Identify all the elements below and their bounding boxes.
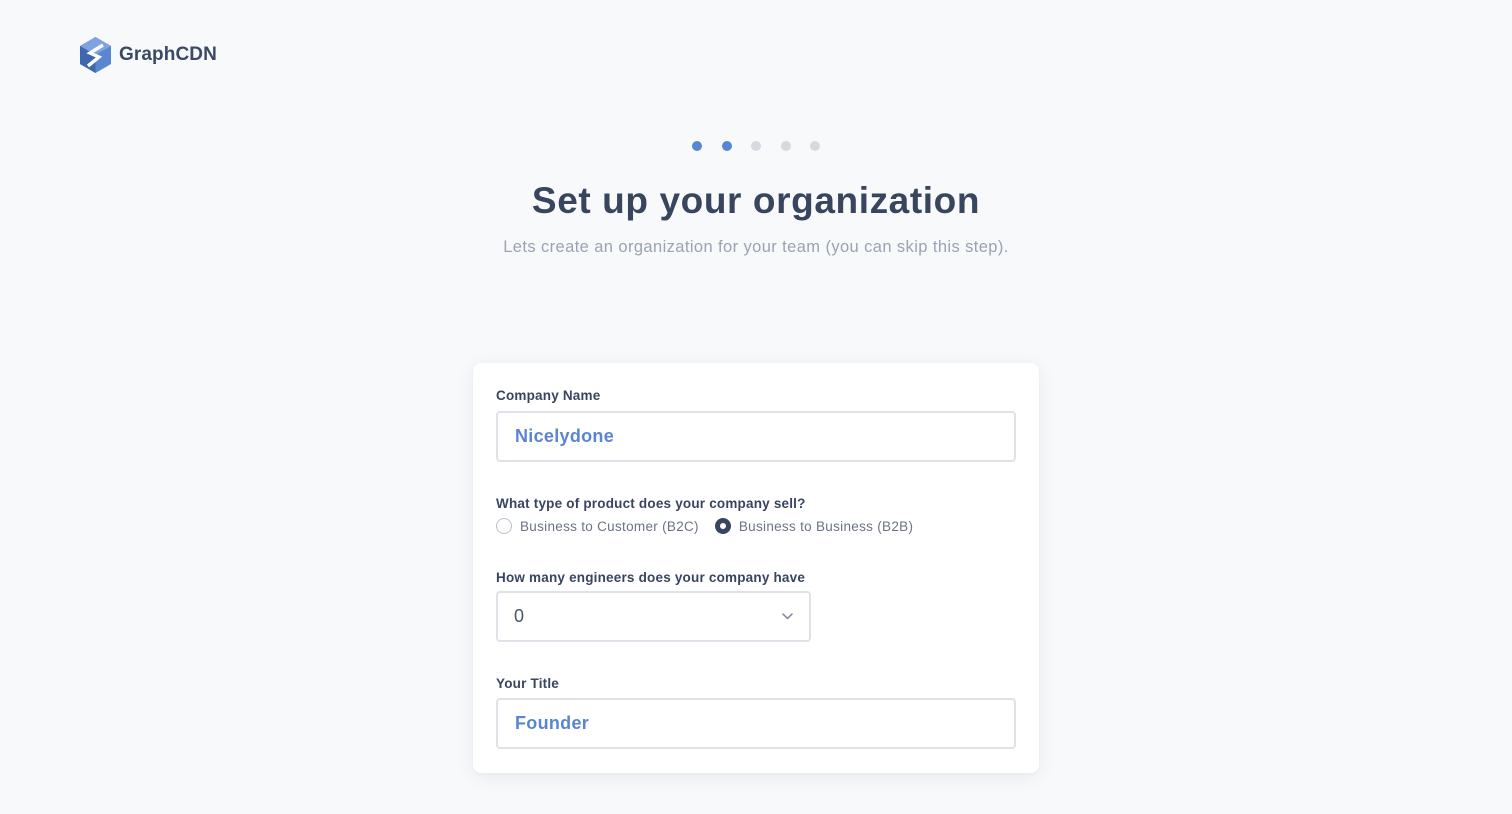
step-indicator <box>0 141 1512 151</box>
your-title-label: Your Title <box>496 676 560 691</box>
radio-b2c-circle[interactable] <box>496 518 512 534</box>
step-dot-4 <box>780 141 791 151</box>
radio-b2c-label[interactable]: Business to Customer (B2C) <box>520 519 699 534</box>
product-type-radio-group: Business to Customer (B2C) Business to B… <box>496 518 913 534</box>
engineers-label: How many engineers does your company hav… <box>496 570 806 585</box>
page-subtitle: Lets create an organization for your tea… <box>503 238 1009 256</box>
company-name-label: Company Name <box>496 388 601 403</box>
product-type-label: What type of product does your company s… <box>496 496 806 511</box>
step-dot-2 <box>721 141 732 151</box>
step-dot-5 <box>810 141 820 151</box>
radio-b2b[interactable]: Business to Business (B2B) <box>714 518 913 534</box>
organization-form-card: Company Name What type of product does y… <box>473 363 1039 773</box>
company-name-input[interactable] <box>496 411 1016 462</box>
engineers-select[interactable]: 0 <box>496 591 811 642</box>
engineers-select-value: 0 <box>514 606 525 626</box>
your-title-input[interactable] <box>496 698 1016 749</box>
step-dot-3 <box>751 141 761 151</box>
radio-b2b-circle[interactable] <box>714 518 731 534</box>
onboarding-page: GraphCDN Set up your organization Lets c… <box>0 0 1512 814</box>
brand-logo[interactable]: GraphCDN <box>78 36 217 74</box>
radio-b2c[interactable]: Business to Customer (B2C) <box>496 518 699 534</box>
page-title: Set up your organization <box>531 180 981 221</box>
chevron-down-icon <box>782 613 793 620</box>
graphcdn-logo-icon <box>80 37 111 73</box>
step-dot-1 <box>692 141 702 151</box>
radio-b2b-label[interactable]: Business to Business (B2B) <box>739 519 913 534</box>
brand-name: GraphCDN <box>119 44 217 65</box>
